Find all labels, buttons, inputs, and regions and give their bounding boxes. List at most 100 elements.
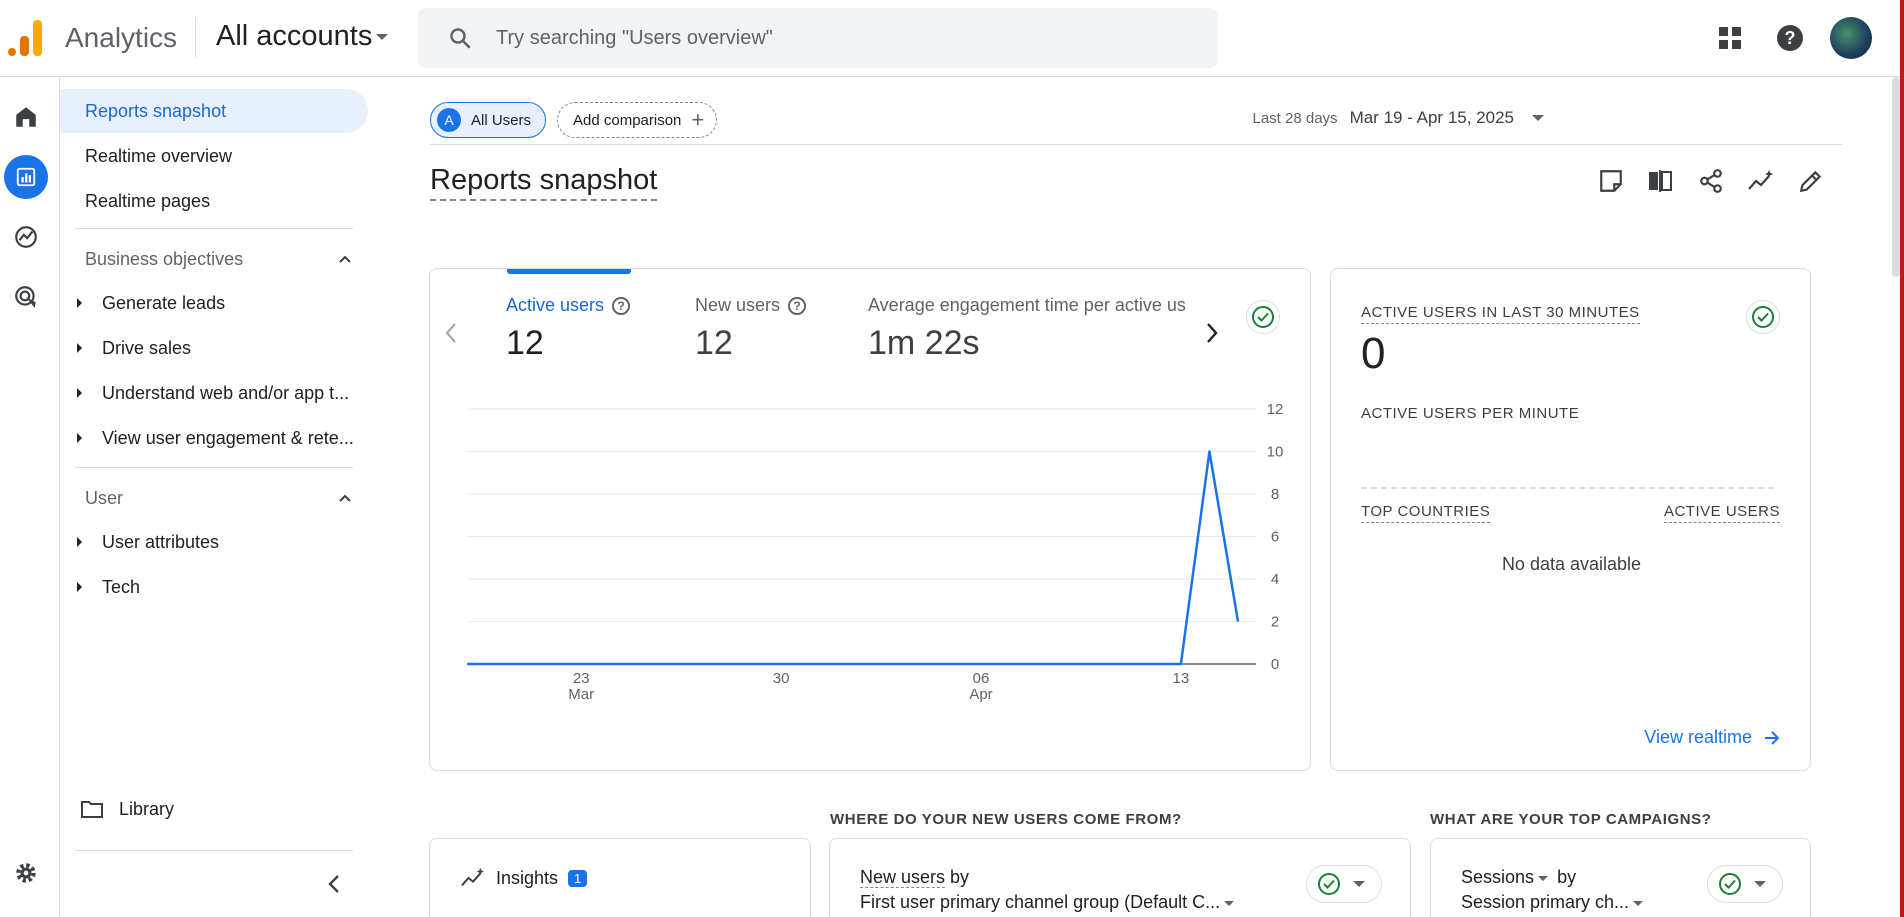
nav-item-user-engagement[interactable]: View user engagement & rete...: [60, 418, 370, 458]
caret-down-icon: [1538, 875, 1549, 881]
metric-label: New users: [695, 295, 781, 315]
top-campaigns-card: Sessions by Session primary ch...: [1430, 838, 1811, 917]
nav-item-user-attributes[interactable]: User attributes: [60, 522, 370, 562]
section-title: Business objectives: [85, 249, 244, 269]
y-tick-label: 4: [1271, 571, 1279, 588]
add-comparison-label: Add comparison: [573, 111, 682, 129]
insights-count-badge: 1: [568, 869, 588, 887]
x-tick-month-label: Apr: [969, 686, 992, 703]
help-circle-icon[interactable]: ?: [612, 296, 631, 315]
data-quality-check-icon[interactable]: [1746, 300, 1780, 334]
metric-value: 1m 22s: [868, 324, 980, 362]
avatar[interactable]: [1830, 17, 1872, 59]
segment-chip-all-users[interactable]: A All Users: [430, 102, 547, 138]
insights-sparkle-icon[interactable]: [1746, 166, 1776, 196]
analytics-logo-icon[interactable]: [8, 20, 44, 56]
expand-arrow-icon: [77, 388, 82, 398]
metric-label: Average engagement time per active us: [868, 295, 1186, 315]
date-range-picker[interactable]: Last 28 days Mar 19 - Apr 15, 2025: [1252, 108, 1544, 128]
nav-item-understand-traffic[interactable]: Understand web and/or app t...: [60, 373, 370, 413]
realtime-title[interactable]: ACTIVE USERS IN LAST 30 MINUTES: [1361, 304, 1640, 324]
col-header-active-users[interactable]: ACTIVE USERS: [1663, 503, 1780, 523]
new-users-metric[interactable]: New users: [860, 867, 946, 888]
share-icon[interactable]: [1696, 166, 1726, 196]
insights-card[interactable]: Insights 1: [429, 838, 811, 917]
view-realtime-label: View realtime: [1644, 727, 1752, 747]
view-realtime-link[interactable]: View realtime: [1644, 727, 1780, 748]
realtime-users-value: 0: [1361, 329, 1386, 378]
y-tick-label: 2: [1271, 614, 1279, 631]
top-app-bar: Analytics All accounts ?: [0, 0, 1904, 77]
metric-tab-new-users[interactable]: New users? 12: [695, 295, 807, 363]
card-options-dropdown[interactable]: [1306, 865, 1382, 903]
search-bar[interactable]: [418, 8, 1218, 68]
help-icon[interactable]: ?: [1774, 22, 1806, 54]
account-selector[interactable]: All accounts: [216, 20, 389, 53]
data-quality-check-icon: [1718, 872, 1742, 896]
insights-label: Insights: [496, 867, 559, 888]
page-title[interactable]: Reports snapshot: [430, 164, 658, 201]
metric-tab-avg-engagement[interactable]: Average engagement time per active us 1m…: [868, 295, 1188, 363]
metric-tab-active-users[interactable]: Active users? 12: [506, 295, 631, 363]
nav-item-tech[interactable]: Tech: [60, 567, 370, 607]
col-header-top-countries[interactable]: TOP COUNTRIES: [1361, 503, 1491, 523]
active-users-line-chart: 0 2 4 6 8 10 12 23Mar 30 06Apr 13: [467, 401, 1284, 703]
sessions-metric[interactable]: Sessions: [1461, 867, 1534, 887]
nav-item-realtime-overview[interactable]: Realtime overview: [60, 134, 368, 178]
search-icon: [450, 28, 471, 49]
window-edge: [1900, 0, 1904, 917]
collapse-chevron-left-icon[interactable]: [325, 873, 343, 895]
reports-icon[interactable]: [4, 155, 48, 199]
campaigns-section-heading: WHAT ARE YOUR TOP CAMPAIGNS?: [1430, 811, 1712, 828]
y-tick-label: 12: [1267, 401, 1284, 418]
metric-label: Active users: [506, 295, 605, 315]
edit-pencil-icon[interactable]: [1796, 166, 1826, 196]
nav-item-realtime-pages[interactable]: Realtime pages: [60, 179, 368, 223]
dimension-selector[interactable]: Session primary ch...: [1461, 892, 1644, 913]
note-icon[interactable]: [1596, 166, 1626, 196]
compare-icon[interactable]: [1646, 166, 1676, 196]
settings-gear-icon[interactable]: [4, 851, 48, 895]
explore-icon[interactable]: [4, 215, 48, 259]
date-range-label: Last 28 days: [1252, 109, 1338, 127]
help-circle-icon[interactable]: ?: [788, 296, 807, 315]
nav-item-drive-sales[interactable]: Drive sales: [60, 328, 370, 368]
caret-down-icon: [1633, 900, 1644, 906]
page-scrollbar[interactable]: [1892, 77, 1900, 277]
nav-item-reports-snapshot[interactable]: Reports snapshot: [60, 89, 368, 133]
dimension-selector[interactable]: First user primary channel group (Defaul…: [860, 892, 1235, 913]
section-title: User: [85, 488, 124, 508]
expand-arrow-icon: [77, 298, 82, 308]
y-tick-label: 10: [1267, 444, 1284, 461]
data-quality-check-icon[interactable]: [1246, 300, 1280, 334]
nav-label: User attributes: [102, 531, 220, 552]
no-data-message: No data available: [1501, 554, 1642, 574]
nav-item-library[interactable]: Library: [60, 789, 370, 829]
nav-section-user[interactable]: User: [85, 488, 353, 509]
metric-value: 12: [695, 324, 733, 362]
nav-label: Understand web and/or app t...: [102, 382, 350, 403]
series-line-active-users: [467, 450, 1240, 666]
apps-grid-icon[interactable]: [1714, 22, 1746, 54]
add-comparison-button[interactable]: Add comparison +: [557, 102, 718, 138]
nav-item-generate-leads[interactable]: Generate leads: [60, 283, 370, 323]
expand-arrow-icon: [77, 343, 82, 353]
date-range-value: Mar 19 - Apr 15, 2025: [1349, 108, 1514, 127]
chevron-left-icon[interactable]: [444, 321, 458, 345]
x-tick-month-label: Mar: [568, 686, 594, 703]
card-options-dropdown[interactable]: [1707, 865, 1783, 903]
account-label: All accounts: [216, 20, 373, 52]
expand-arrow-icon: [77, 537, 82, 547]
per-minute-empty-bars: [1361, 487, 1774, 489]
nav-label: Drive sales: [102, 337, 192, 358]
home-icon[interactable]: [4, 95, 48, 139]
nav-label: Library: [119, 798, 175, 819]
advertising-icon[interactable]: [4, 275, 48, 319]
caret-down-icon: [1754, 881, 1766, 887]
chevron-right-icon[interactable]: [1205, 321, 1219, 345]
y-tick-label: 6: [1271, 529, 1279, 546]
nav-section-business-objectives[interactable]: Business objectives: [85, 249, 353, 270]
search-input[interactable]: [496, 20, 1196, 56]
chevron-up-icon: [339, 255, 351, 263]
reports-nav: Reports snapshot Realtime overview Realt…: [60, 77, 380, 917]
